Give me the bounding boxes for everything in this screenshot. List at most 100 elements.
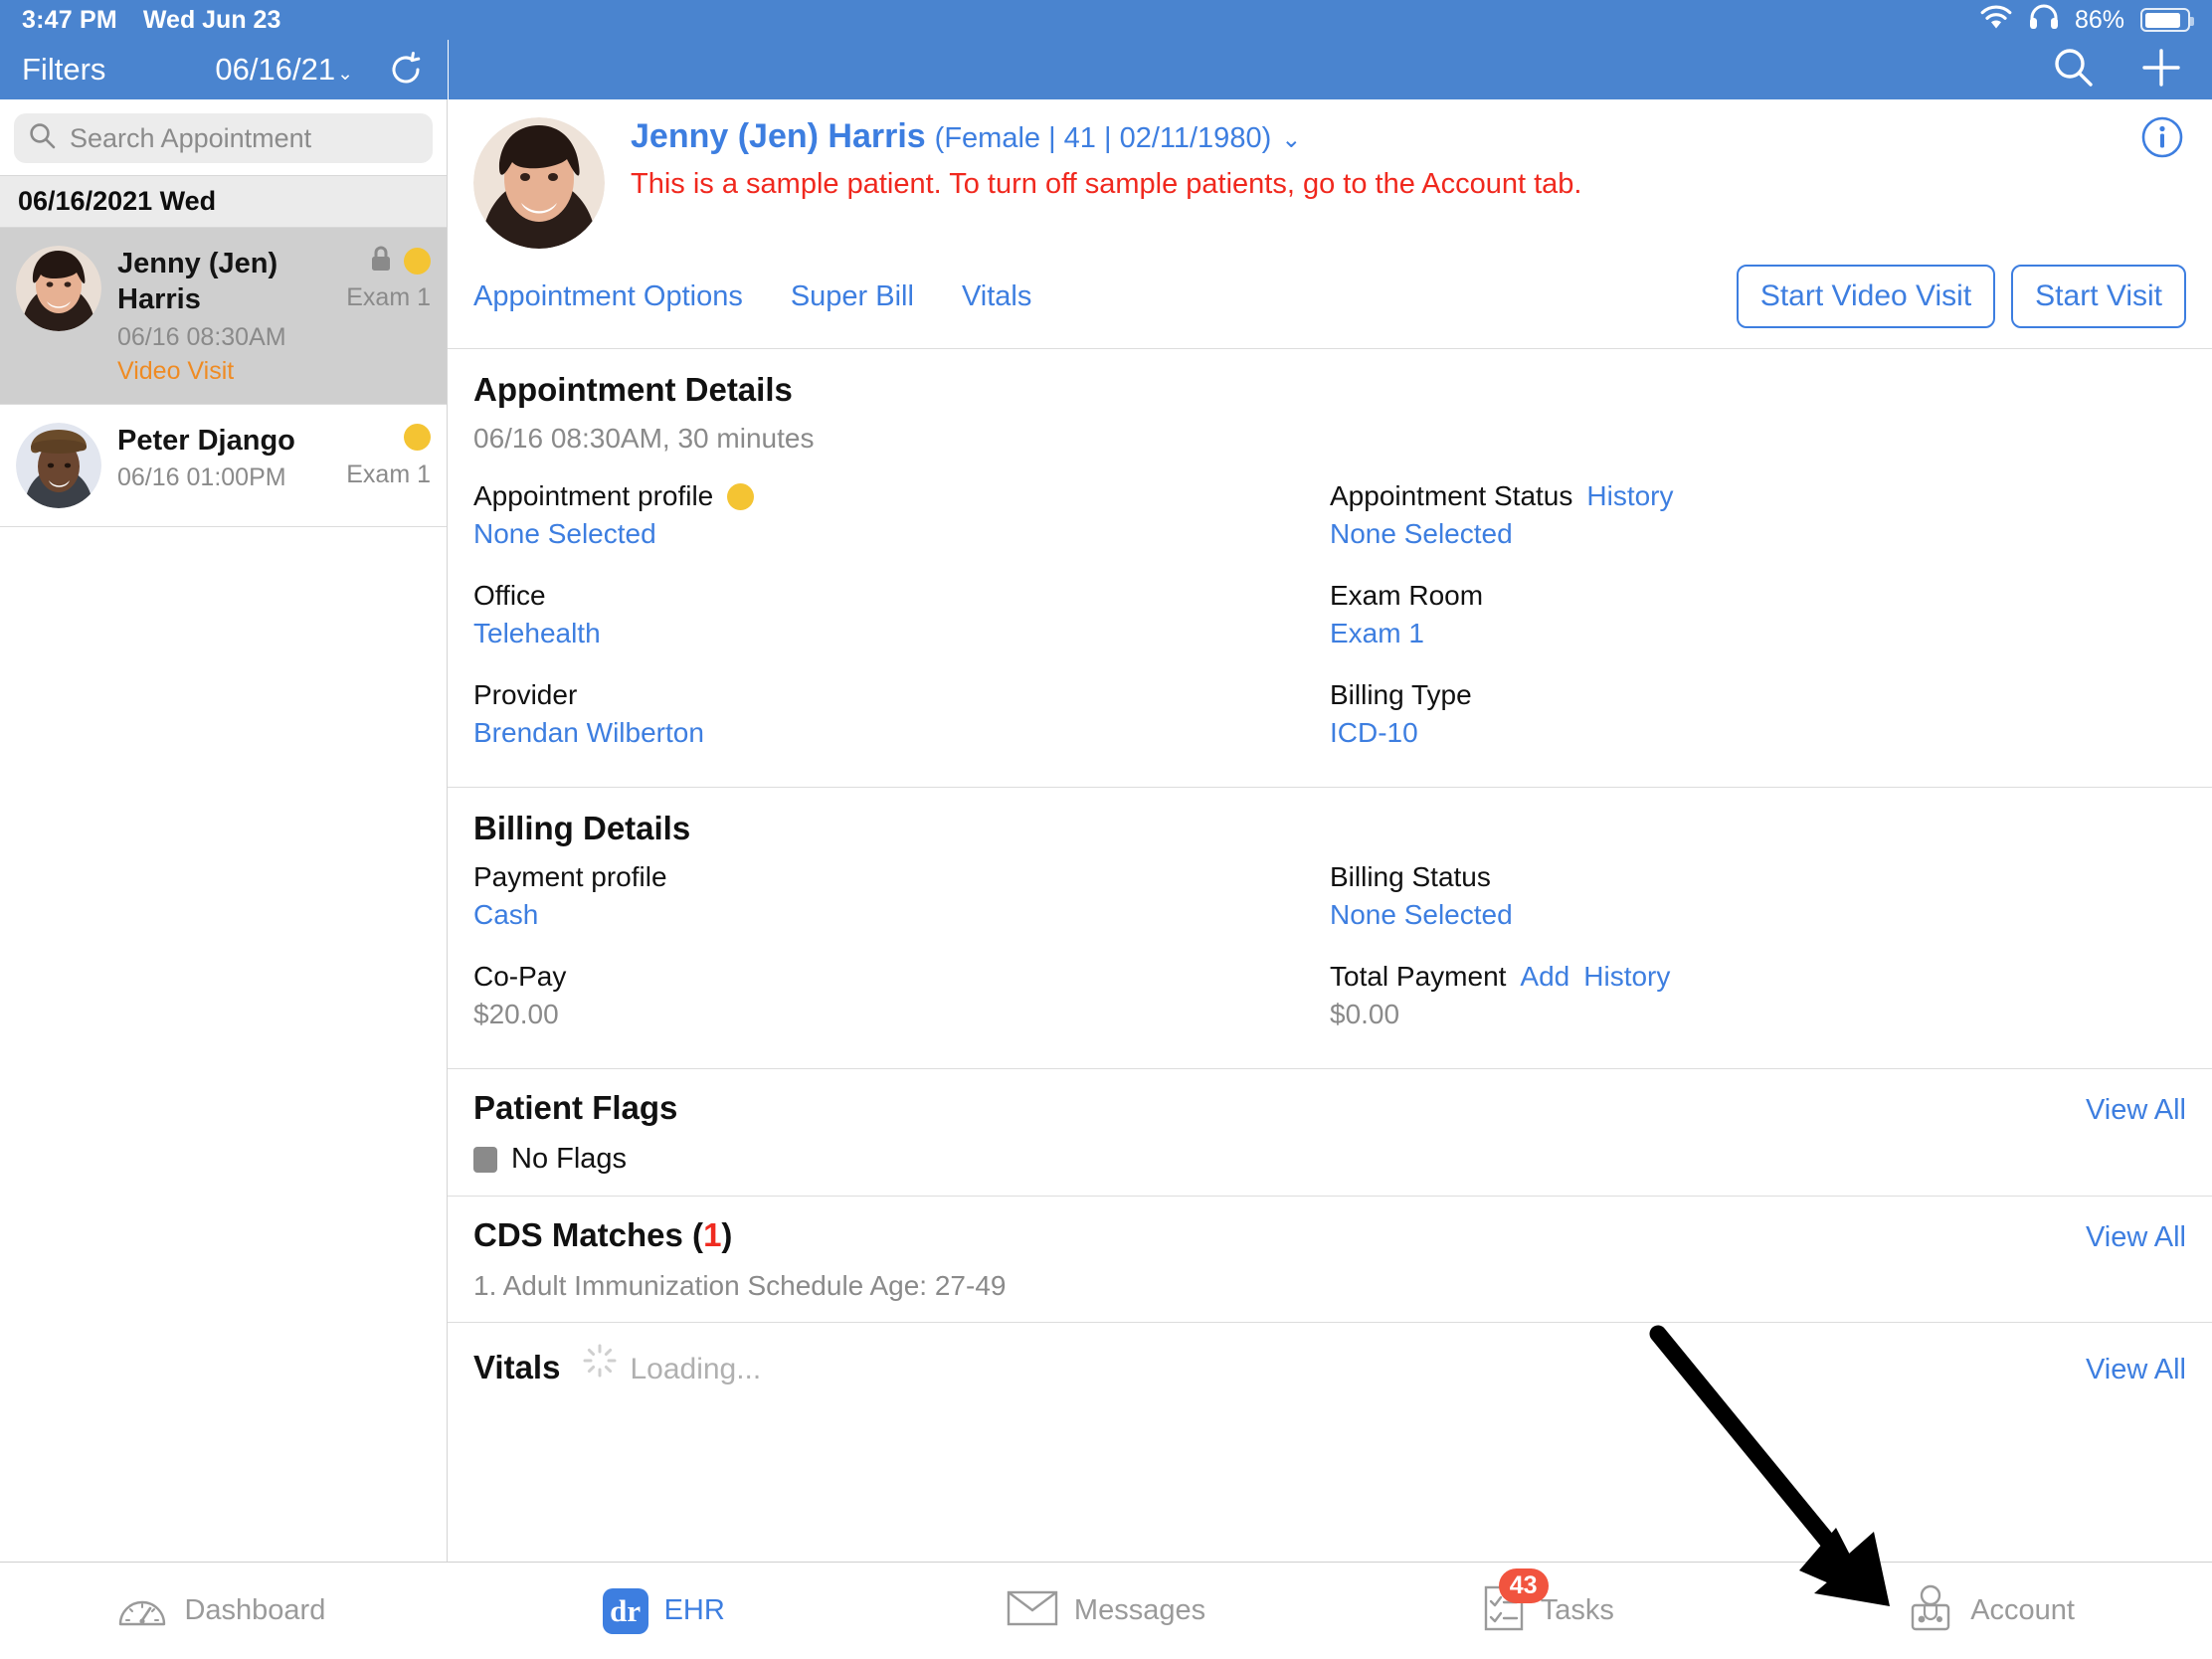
- tab-ehr[interactable]: dr EHR: [443, 1587, 885, 1634]
- doctor-icon: [1907, 1584, 1954, 1637]
- avatar: [473, 117, 605, 249]
- cds-matches-view-all-link[interactable]: View All: [2086, 1221, 2186, 1254]
- total-payment-add-link[interactable]: Add: [1520, 961, 1569, 993]
- field-billing-status: Billing Status None Selected: [1330, 861, 2156, 931]
- search-input[interactable]: Search Appointment: [14, 113, 433, 163]
- lock-icon: [370, 245, 392, 277]
- field-label: Total Payment Add History: [1330, 961, 2156, 993]
- vitals-header: Vitals Loading... View All: [473, 1343, 2186, 1386]
- patient-header: Jenny (Jen) Harris (Female | 41 | 02/11/…: [448, 99, 2212, 249]
- patient-info: Jenny (Jen) Harris (Female | 41 | 02/11/…: [631, 117, 2186, 249]
- tasks-badge: 43: [1498, 1568, 1549, 1604]
- sample-patient-notice: This is a sample patient. To turn off sa…: [631, 168, 1582, 200]
- list-item-badges: [370, 246, 431, 276]
- field-value[interactable]: Exam 1: [1330, 618, 2156, 649]
- chevron-down-icon[interactable]: ⌄: [1281, 125, 1301, 154]
- section-title: Appointment Details: [473, 371, 793, 408]
- list-item-room: Exam 1: [346, 283, 431, 311]
- visit-buttons: Start Video Visit Start Visit: [1736, 265, 2186, 328]
- cds-title-prefix: CDS Matches (: [473, 1216, 704, 1253]
- start-visit-button[interactable]: Start Visit: [2011, 265, 2186, 328]
- field-value[interactable]: Telehealth: [473, 618, 1300, 649]
- field-value[interactable]: None Selected: [1330, 518, 2156, 550]
- patient-action-row: Appointment Options Super Bill Vitals St…: [448, 249, 2212, 348]
- field-label: Billing Status: [1330, 861, 1491, 892]
- chevron-down-icon: ⌄: [337, 64, 353, 85]
- search-icon: [28, 121, 58, 156]
- vitals-link[interactable]: Vitals: [962, 280, 1031, 313]
- tab-label: Account: [1970, 1594, 2075, 1626]
- field-provider: Provider Brendan Wilberton: [473, 679, 1300, 749]
- list-item-tag: Video Visit: [117, 356, 235, 385]
- field-value: $20.00: [473, 999, 559, 1029]
- refresh-button[interactable]: [386, 50, 426, 90]
- cds-title-suffix: ): [721, 1216, 733, 1253]
- appointment-time-duration: 06/16 08:30AM, 30 minutes: [473, 423, 815, 454]
- section-title: Vitals: [473, 1349, 561, 1385]
- search-placeholder: Search Appointment: [70, 122, 312, 153]
- filters-button[interactable]: Filters: [22, 52, 105, 88]
- checklist-icon-wrap: 43: [1483, 1568, 1549, 1637]
- date-picker-button[interactable]: 06/16/21 ⌄: [215, 52, 353, 88]
- list-item-badges: [404, 423, 431, 453]
- avatar: [16, 422, 101, 508]
- appointment-status-history-link[interactable]: History: [1586, 480, 1673, 512]
- vitals-view-all-link[interactable]: View All: [2086, 1354, 2186, 1386]
- detail-panel: Jenny (Jen) Harris (Female | 41 | 02/11/…: [448, 99, 2212, 1562]
- status-dot: [404, 424, 431, 451]
- super-bill-link[interactable]: Super Bill: [791, 280, 914, 313]
- search-icon[interactable]: [2051, 45, 2097, 95]
- wifi-icon: [1979, 4, 2013, 37]
- bottom-tab-bar: Dashboard dr EHR Messages 43 Tasks Accou…: [0, 1562, 2212, 1659]
- field-value[interactable]: None Selected: [1330, 899, 2156, 931]
- cds-count: 1: [703, 1216, 722, 1253]
- total-payment-history-link[interactable]: History: [1583, 961, 1670, 993]
- spinner-icon: [582, 1343, 618, 1383]
- appointment-details-section: Appointment Details 06/16 08:30AM, 30 mi…: [448, 349, 2212, 787]
- detail-filler: [448, 1406, 2212, 1562]
- patient-flags-view-all-link[interactable]: View All: [2086, 1094, 2186, 1127]
- field-label: Exam Room: [1330, 580, 1484, 611]
- tab-tasks[interactable]: 43 Tasks: [1327, 1568, 1769, 1637]
- field-total-payment: Total Payment Add History $0.00: [1330, 961, 2156, 1030]
- battery-percent: 86%: [2074, 5, 2124, 34]
- list-item-time: 06/16 01:00PM: [117, 462, 286, 491]
- tab-account[interactable]: Account: [1769, 1584, 2212, 1637]
- envelope-icon: [1007, 1588, 1058, 1633]
- status-indicators: 86%: [1979, 4, 2194, 37]
- billing-details-section: Billing Details Payment profile Cash Co-…: [448, 788, 2212, 1068]
- list-item[interactable]: Jenny (Jen) Harris 06/16 08:30AM Video V…: [0, 228, 447, 405]
- field-label: Co-Pay: [473, 961, 567, 992]
- field-label-text: Appointment Status: [1330, 480, 1573, 511]
- field-payment-profile: Payment profile Cash: [473, 861, 1300, 931]
- list-item-info: Jenny (Jen) Harris 06/16 08:30AM Video V…: [117, 246, 346, 386]
- field-value[interactable]: ICD-10: [1330, 717, 2156, 749]
- list-item-name: Jenny (Jen) Harris: [117, 248, 278, 316]
- status-time: 3:47 PM: [22, 5, 117, 34]
- billing-grid-row: Payment profile Cash Co-Pay $20.00 Billi…: [473, 861, 2186, 1060]
- info-circle-icon[interactable]: [2140, 115, 2184, 164]
- status-dot: [404, 247, 431, 275]
- start-video-visit-button[interactable]: Start Video Visit: [1736, 265, 1996, 328]
- appointment-sidebar: Search Appointment 06/16/2021 Wed Jenny …: [0, 99, 448, 1562]
- search-container: Search Appointment: [0, 99, 447, 175]
- field-value[interactable]: Cash: [473, 899, 1300, 931]
- patient-name-row[interactable]: Jenny (Jen) Harris (Female | 41 | 02/11/…: [631, 117, 2186, 156]
- tab-messages[interactable]: Messages: [885, 1588, 1328, 1633]
- billing-col-left: Payment profile Cash Co-Pay $20.00: [473, 861, 1330, 1060]
- patient-flags-section: Patient Flags View All No Flags: [448, 1069, 2212, 1196]
- tab-dashboard[interactable]: Dashboard: [0, 1586, 443, 1635]
- field-value[interactable]: Brendan Wilberton: [473, 717, 1300, 749]
- tab-label: EHR: [663, 1594, 725, 1626]
- patient-flags-header: Patient Flags View All: [473, 1089, 2186, 1127]
- appointment-options-link[interactable]: Appointment Options: [473, 280, 743, 313]
- field-appointment-status: Appointment Status History None Selected: [1330, 480, 2156, 550]
- cds-matches-header: CDS Matches (1) View All: [473, 1216, 2186, 1254]
- field-co-pay: Co-Pay $20.00: [473, 961, 1300, 1030]
- patient-meta: (Female | 41 | 02/11/1980): [934, 122, 1272, 154]
- plus-icon[interactable]: [2138, 45, 2184, 95]
- list-item[interactable]: Peter Django 06/16 01:00PM Exam 1: [0, 405, 447, 527]
- field-label: Appointment profile: [473, 480, 1300, 512]
- field-value[interactable]: None Selected: [473, 518, 1300, 550]
- vitals-loading-text: Loading...: [630, 1353, 762, 1385]
